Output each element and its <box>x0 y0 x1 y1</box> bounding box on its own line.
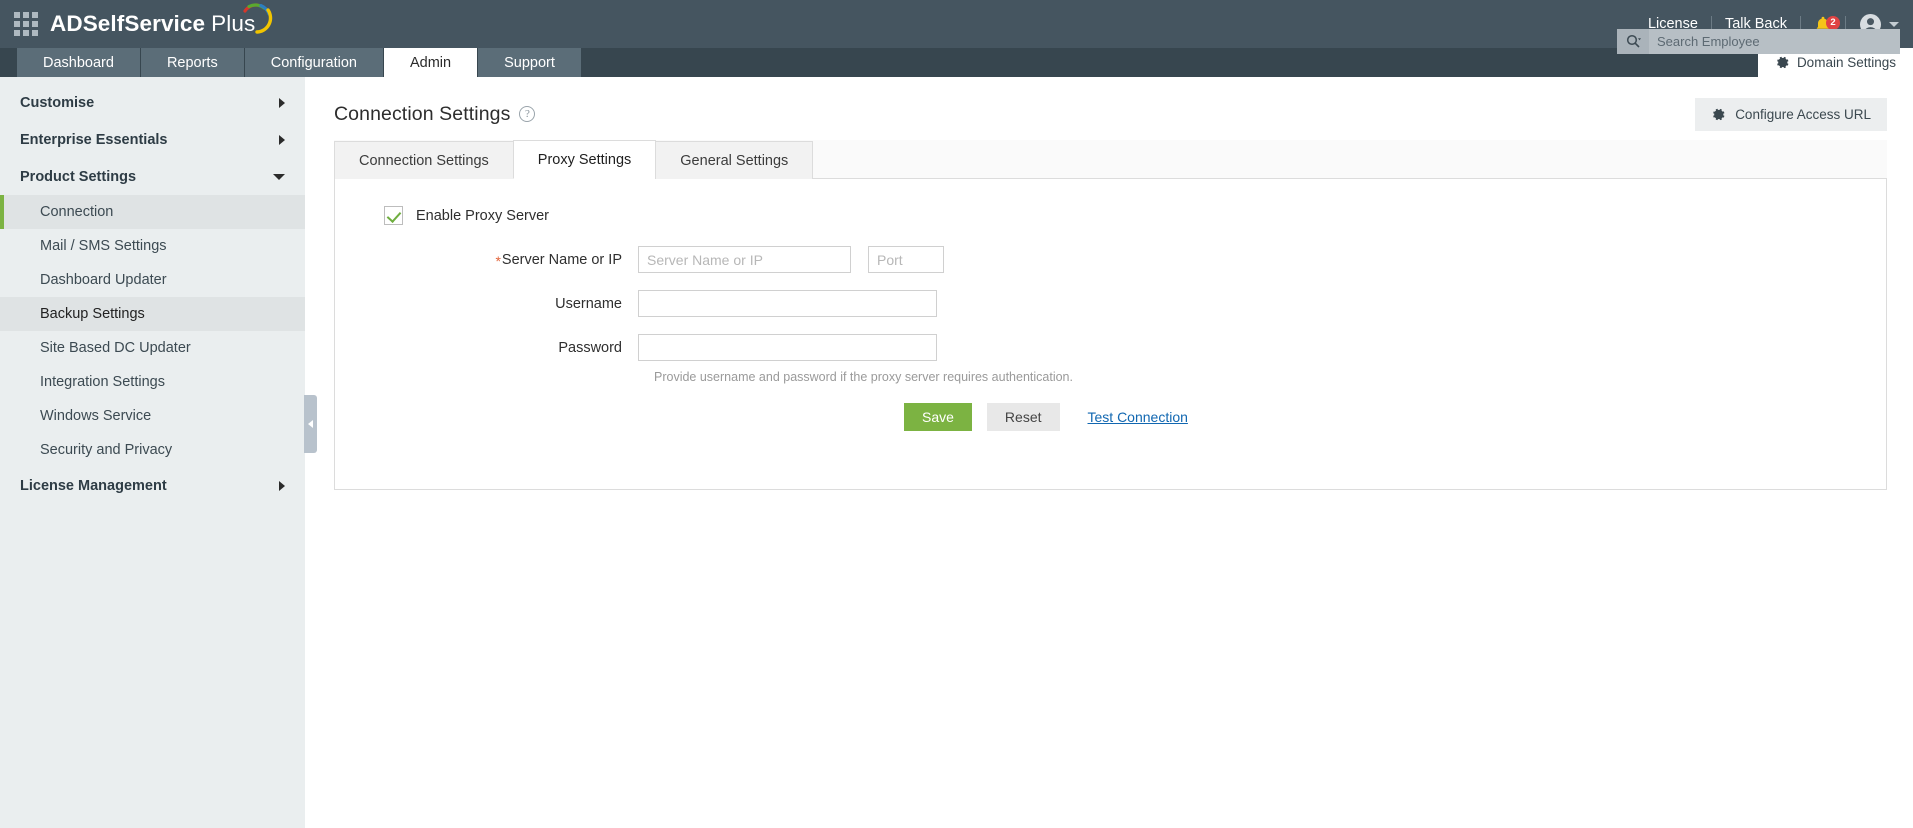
gear-icon <box>1777 56 1789 69</box>
server-name-input[interactable] <box>638 246 851 273</box>
sidebar-group-license-management[interactable]: License Management <box>0 467 305 504</box>
username-input[interactable] <box>638 290 937 317</box>
form-actions: Save Reset Test Connection <box>335 403 1886 431</box>
page-body: Customise Enterprise Essentials Product … <box>0 77 1913 828</box>
username-label: Username <box>555 295 622 312</box>
grid-apps-icon[interactable] <box>13 11 39 37</box>
sidebar-collapse-handle[interactable] <box>304 395 317 453</box>
server-name-label: *Server Name or IP <box>335 251 638 269</box>
enable-proxy-checkbox[interactable] <box>384 206 403 225</box>
chevron-right-icon <box>279 134 285 145</box>
port-input[interactable] <box>868 246 944 273</box>
username-row: Username <box>335 290 1886 317</box>
search-employee-box[interactable] <box>1617 29 1900 54</box>
sidebar-item-dashboard-updater[interactable]: Dashboard Updater <box>0 263 305 297</box>
sidebar-item-mail-sms-settings[interactable]: Mail / SMS Settings <box>0 229 305 263</box>
sidebar-group-label: License Management <box>20 477 167 494</box>
password-label: Password <box>558 339 622 356</box>
chevron-right-icon <box>279 480 285 491</box>
server-name-row: *Server Name or IP <box>335 246 1886 273</box>
chevron-right-icon <box>279 97 285 108</box>
password-input[interactable] <box>638 334 937 361</box>
domain-settings-label: Domain Settings <box>1796 55 1896 70</box>
sidebar-item-windows-service[interactable]: Windows Service <box>0 399 305 433</box>
main-content: Connection Settings ? Configure Access U… <box>305 77 1913 828</box>
configure-access-url-button[interactable]: Configure Access URL <box>1695 97 1887 131</box>
sidebar-group-label: Enterprise Essentials <box>20 131 168 148</box>
enable-proxy-row: Enable Proxy Server <box>335 206 1886 225</box>
sidebar-group-customise[interactable]: Customise <box>0 84 305 121</box>
gear-icon <box>1713 108 1725 120</box>
sidebar-item-security-and-privacy[interactable]: Security and Privacy <box>0 433 305 467</box>
chevron-left-icon <box>308 420 313 428</box>
save-button[interactable]: Save <box>904 403 972 431</box>
brand-name-bold: ADSelfService <box>50 11 206 36</box>
configure-access-url-label: Configure Access URL <box>1735 106 1871 122</box>
sidebar: Customise Enterprise Essentials Product … <box>0 77 317 828</box>
app-logo: ADSelfService Plus <box>50 3 273 37</box>
sidebar-group-enterprise-essentials[interactable]: Enterprise Essentials <box>0 121 305 158</box>
nav-tab-support[interactable]: Support <box>478 48 582 77</box>
page-title: Connection Settings <box>334 102 511 125</box>
settings-tabstrip: Connection Settings Proxy Settings Gener… <box>334 140 1887 179</box>
sidebar-item-backup-settings[interactable]: Backup Settings <box>0 297 305 331</box>
nav-tab-configuration[interactable]: Configuration <box>244 48 384 77</box>
proxy-settings-panel: Enable Proxy Server *Server Name or IP U… <box>334 179 1887 490</box>
server-name-label-text: Server Name or IP <box>501 252 622 268</box>
tab-proxy-settings[interactable]: Proxy Settings <box>512 140 657 179</box>
top-bar: ADSelfService Plus License Talk Back 2 <box>0 0 1913 54</box>
sidebar-group-label: Product Settings <box>20 168 137 185</box>
magnifier-icon <box>1626 34 1641 48</box>
nav-tab-admin[interactable]: Admin <box>383 48 479 77</box>
search-input[interactable] <box>1649 34 1900 49</box>
chevron-down-icon <box>1889 21 1899 27</box>
test-connection-link[interactable]: Test Connection <box>1088 409 1188 425</box>
required-marker: * <box>495 253 501 269</box>
auth-hint-text: Provide username and password if the pro… <box>654 370 1073 384</box>
search-icon[interactable] <box>1617 29 1649 54</box>
sidebar-item-integration-settings[interactable]: Integration Settings <box>0 365 305 399</box>
sidebar-item-site-based-dc-updater[interactable]: Site Based DC Updater <box>0 331 305 365</box>
manageengine-swoosh-icon <box>243 3 273 34</box>
chevron-down-icon <box>273 173 285 180</box>
reset-button[interactable]: Reset <box>986 403 1060 431</box>
page-header: Connection Settings ? Configure Access U… <box>305 77 1913 131</box>
nav-tab-dashboard[interactable]: Dashboard <box>17 48 141 77</box>
help-question-icon[interactable]: ? <box>519 106 536 122</box>
tab-connection-settings[interactable]: Connection Settings <box>334 141 514 179</box>
nav-tab-reports[interactable]: Reports <box>140 48 245 77</box>
password-row: Password <box>335 334 1886 361</box>
sidebar-group-label: Customise <box>20 94 95 111</box>
notification-badge: 2 <box>1826 15 1840 30</box>
sidebar-item-connection[interactable]: Connection <box>0 195 305 229</box>
sidebar-group-product-settings[interactable]: Product Settings <box>0 158 305 195</box>
enable-proxy-label[interactable]: Enable Proxy Server <box>416 208 549 224</box>
tab-general-settings[interactable]: General Settings <box>655 141 814 179</box>
